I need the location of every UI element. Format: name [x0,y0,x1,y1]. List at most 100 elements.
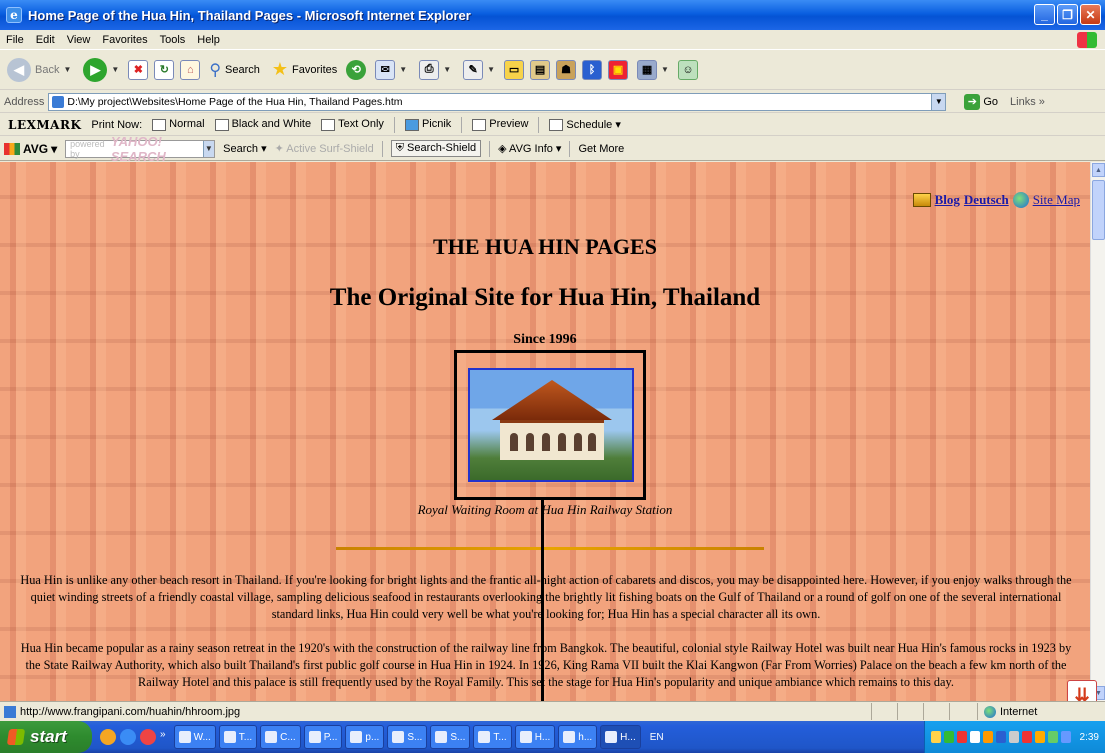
people-icon[interactable]: ☺ [677,59,698,80]
refresh-icon[interactable]: ↻ [154,59,175,80]
folder-icon[interactable]: ▭ [504,59,525,80]
yahoo-search-input[interactable]: powered by YAHOO! SEARCH ▼ [65,134,216,164]
menu-tools[interactable]: Tools [160,34,186,46]
tray-icon[interactable] [930,731,941,743]
search-button[interactable]: ⚲ Search [206,55,263,85]
addon2-button[interactable]: ▦ ▼ [634,55,672,85]
print-now-button[interactable]: Print Now: [91,119,142,131]
chevron-down-icon[interactable]: ▼ [487,65,495,74]
bw-print-icon [214,118,229,131]
tray-icon[interactable] [943,731,954,743]
mail-button[interactable]: ✉ ▼ [372,55,410,85]
quicklaunch-icon[interactable] [100,729,116,745]
task-button[interactable]: C... [260,725,301,749]
text-only-button[interactable]: Text Only [321,118,384,131]
maximize-button[interactable]: ❐ [1057,4,1078,25]
status-cells [871,703,975,720]
ie-icon[interactable] [120,729,136,745]
start-button[interactable]: start [0,721,92,753]
star-icon: ★ [271,59,289,79]
picnik-button[interactable]: Picnik [404,118,452,131]
messenger-icon[interactable]: ☗ [556,59,577,80]
menu-view[interactable]: View [67,34,91,46]
chevron-down-icon[interactable]: ▼ [111,65,119,74]
bluetooth-icon[interactable]: ᛒ [582,59,603,80]
yahoo-search-placeholder: YAHOO! SEARCH [110,133,166,164]
language-indicator[interactable]: EN [650,732,664,743]
bw-label: Black and White [231,118,312,131]
menu-favorites[interactable]: Favorites [102,34,147,46]
tray-icon[interactable] [1034,731,1045,743]
bw-button[interactable]: Black and White [214,118,312,131]
history-icon[interactable]: ⟲ [346,59,367,80]
folder-icon [178,731,191,743]
scroll-thumb[interactable] [1092,180,1105,240]
task-button[interactable]: T... [473,725,512,749]
task-button-active[interactable]: H... [600,725,641,749]
schedule-button[interactable]: Schedule ▾ [549,118,621,132]
links-button[interactable]: Links » [1010,96,1045,108]
task-label: H... [620,731,636,743]
tray-icon[interactable] [982,731,993,743]
ie-icon [392,731,405,743]
menu-edit[interactable]: Edit [36,34,55,46]
avg-search-button[interactable]: Search ▾ [223,142,266,155]
chevron-down-icon[interactable]: ▼ [399,65,407,74]
sitemap-link[interactable]: Site Map [1033,192,1080,208]
chevron-down-icon[interactable]: ▼ [931,93,946,110]
tray-icon[interactable] [956,731,967,743]
task-button[interactable]: S... [387,725,428,749]
ie-icon [519,731,532,743]
normal-button[interactable]: Normal [152,118,205,131]
task-label: C... [280,731,296,743]
tray-icon[interactable] [995,731,1006,743]
globe-icon[interactable] [1012,192,1029,208]
task-button[interactable]: T... [218,725,258,749]
forward-button[interactable]: ▶ ▼ [80,55,122,85]
close-button[interactable]: ✕ [1080,4,1101,25]
go-button[interactable]: ➔ Go [964,93,998,110]
address-input[interactable]: D:\My project\Websites\Home Page of the … [48,92,947,111]
tray-icon[interactable] [1047,731,1058,743]
favorites-button[interactable]: ★ Favorites [269,55,340,85]
research-icon[interactable]: ▤ [530,59,551,80]
menu-file[interactable]: File [6,34,24,46]
volume-icon[interactable] [1008,731,1019,743]
print-button[interactable]: ⎙ ▼ [416,55,454,85]
task-button[interactable]: H... [514,725,556,749]
get-more-button[interactable]: Get More [578,143,624,155]
back-button[interactable]: ◀ Back ▼ [4,55,74,85]
search-shield-button[interactable]: ⛨ Search-Shield [390,140,482,157]
scroll-up-icon[interactable]: ▲ [1092,163,1105,177]
chevron-down-icon[interactable]: ▼ [63,65,71,74]
blog-link[interactable]: Blog [935,192,960,208]
quicklaunch-icon[interactable] [140,729,156,745]
task-button[interactable]: p... [345,725,385,749]
chevron-down-icon[interactable]: ▼ [202,140,215,157]
avg-info-button[interactable]: ◈ AVG Info ▾ [498,142,561,155]
task-button[interactable]: S... [430,725,471,749]
addon-icon[interactable]: ▣ [608,59,629,80]
chevron-down-icon[interactable]: ▼ [443,65,451,74]
minimize-button[interactable]: _ [1034,4,1055,25]
blog-icon[interactable] [912,193,931,207]
task-button[interactable]: P... [303,725,343,749]
preview-button[interactable]: Preview [472,118,528,131]
tray-icon[interactable] [969,731,980,743]
chevron-down-icon[interactable]: ▼ [661,65,669,74]
menu-help[interactable]: Help [197,34,220,46]
network-icon[interactable] [1060,731,1071,743]
home-icon[interactable]: ⌂ [180,59,201,80]
task-button[interactable]: h... [558,725,598,749]
tray-icon[interactable] [1021,731,1032,743]
chevron-icon[interactable]: » [160,729,166,745]
deutsch-link[interactable]: Deutsch [964,192,1009,208]
task-button[interactable]: W... [173,725,216,749]
edit-button[interactable]: ✎ ▼ [460,55,498,85]
stop-icon[interactable]: ✖ [128,59,149,80]
active-surf-shield[interactable]: ✦ Active Surf-Shield [275,142,374,155]
vertical-scrollbar[interactable]: ▲ ▼ [1090,162,1105,701]
picnik-label: Picnik [421,118,452,131]
avg-logo[interactable]: AVG ▾ [4,142,57,156]
clock: 2:39 [1079,731,1099,743]
